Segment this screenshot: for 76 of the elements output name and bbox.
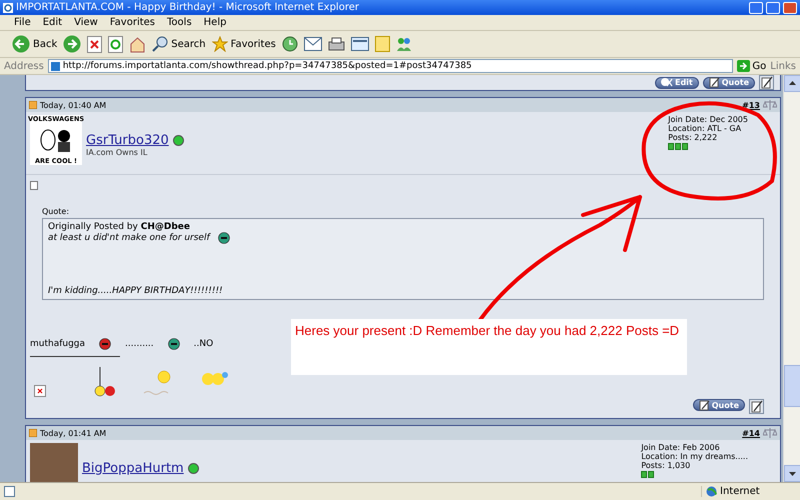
location: Location: ATL - GA	[668, 124, 742, 133]
quote-attribution: Originally Posted by CH@Dbee	[48, 222, 192, 232]
post-date: Today, 01:40 AM	[40, 100, 106, 110]
post-number-link[interactable]: #13	[742, 100, 760, 110]
history-icon[interactable]	[282, 36, 298, 52]
globe-icon	[706, 486, 717, 497]
menu-item[interactable]: View	[74, 17, 98, 28]
close-button[interactable]	[783, 2, 797, 14]
star-icon	[212, 36, 228, 52]
scales-icon[interactable]	[763, 99, 777, 111]
minimize-button[interactable]	[749, 2, 763, 14]
grin-smiley-icon	[218, 232, 230, 244]
post-icon	[29, 101, 37, 109]
post-number-link[interactable]: #14	[742, 428, 760, 438]
address-field[interactable]: http://forums.importatlanta.com/showthread.php?p=34747385&posted=1#post34747385	[48, 59, 734, 73]
notepad-icon[interactable]	[749, 399, 764, 414]
favorites-button[interactable]: Favorites	[212, 36, 276, 52]
message-text: muthafugga	[30, 339, 86, 349]
username-link[interactable]: GsrTurbo320	[86, 133, 169, 148]
quote-button[interactable]: Quote	[692, 399, 745, 411]
menu-item[interactable]: File	[14, 17, 31, 28]
menu-item[interactable]: Favorites	[110, 17, 156, 28]
post-date: Today, 01:41 AM	[40, 428, 106, 438]
username-link[interactable]: BigPoppaHurtm	[82, 461, 184, 476]
menu-item[interactable]: Help	[204, 17, 226, 28]
menu-item[interactable]: Edit	[42, 17, 62, 28]
menu-item[interactable]: Tools	[167, 17, 192, 28]
post-icon	[29, 429, 37, 437]
stop-icon[interactable]	[87, 36, 102, 52]
notepad-icon[interactable]	[759, 75, 774, 90]
reputation-icon	[641, 471, 654, 478]
back-button[interactable]: Back	[12, 35, 58, 53]
post-count: Posts: 2,222	[668, 133, 718, 142]
search-button[interactable]: Search	[152, 36, 206, 52]
browser-icon	[3, 2, 13, 12]
document-icon	[30, 181, 38, 190]
join-date: Join Date: Dec 2005	[668, 115, 748, 124]
angry-smiley-icon	[99, 338, 112, 350]
quote-heading: Quote:	[42, 207, 70, 216]
post-count: Posts: 1,030	[641, 461, 692, 470]
edit-page-icon[interactable]	[350, 37, 369, 51]
print-icon[interactable]	[328, 36, 345, 52]
reputation-icon	[668, 143, 688, 150]
forward-button-icon[interactable]	[63, 35, 82, 53]
user-title: IA.com Owns IL	[86, 148, 148, 157]
edit-button[interactable]: Edit	[654, 76, 699, 88]
quote-text: I'm kidding.....HAPPY BIRTHDAY!!!!!!!!!	[48, 286, 223, 296]
pen-paper-icon	[708, 77, 720, 88]
refresh-icon[interactable]	[108, 36, 124, 52]
quote-text: at least u did'nt make one for urself	[48, 233, 210, 243]
zone-label: Internet	[720, 486, 760, 497]
go-button[interactable]: Go	[737, 60, 766, 72]
scroll-down-button[interactable]	[784, 465, 800, 482]
go-arrow-icon	[737, 60, 750, 72]
home-icon[interactable]	[129, 36, 146, 52]
broken-image-icon	[34, 385, 46, 397]
message-text: ..NO	[194, 339, 214, 349]
messenger-icon[interactable]	[396, 36, 412, 52]
window-title: IMPORTATLANTA.COM - Happy Birthday! - Microsoft Internet Explorer	[16, 2, 360, 13]
annotation-text: Heres your present :D Remember the day you had 2,222 Posts =D	[291, 319, 687, 375]
pen-paper-icon	[698, 400, 710, 410]
address-label: Address	[4, 60, 44, 72]
scrollbar-thumb[interactable]	[784, 365, 800, 407]
join-date: Join Date: Feb 2006	[641, 443, 721, 452]
scales-icon[interactable]	[763, 427, 777, 439]
maximize-button[interactable]	[766, 2, 780, 14]
message-text: ..........	[125, 339, 154, 349]
grin-smiley-icon	[168, 338, 180, 350]
scroll-up-button[interactable]	[784, 75, 800, 92]
search-icon	[152, 36, 168, 52]
page-icon	[50, 62, 60, 70]
location: Location: In my dreams.....	[641, 452, 748, 461]
links-label[interactable]: Links	[770, 60, 796, 72]
page-icon	[4, 486, 15, 497]
mail-icon[interactable]	[304, 37, 322, 51]
quote-button[interactable]: Quote	[702, 76, 755, 88]
